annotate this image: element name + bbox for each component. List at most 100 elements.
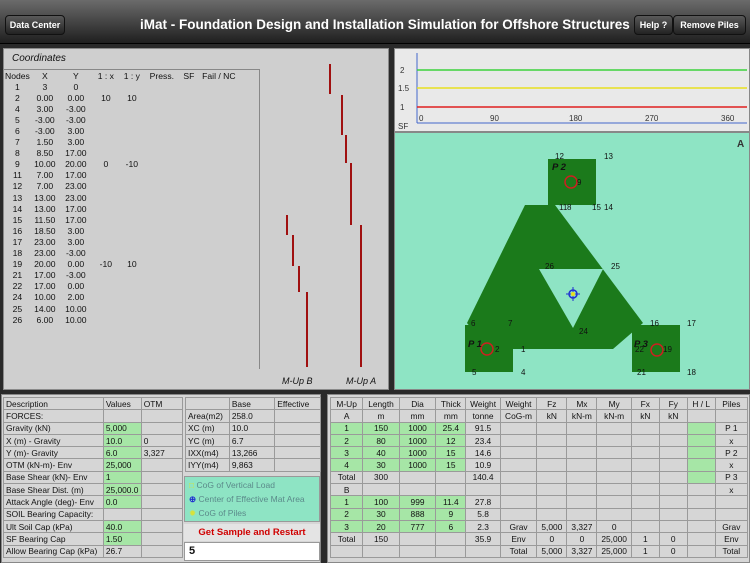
table-row: XC (m) 10.0 bbox=[185, 421, 321, 435]
table-cell bbox=[179, 225, 199, 236]
table-cell[interactable]: 888 bbox=[398, 507, 437, 521]
table-cell bbox=[179, 148, 199, 159]
table-cell[interactable]: 1000 bbox=[398, 446, 437, 460]
table-row[interactable]: 25 14.00 10.00 bbox=[4, 303, 239, 314]
table-row[interactable]: 24 10.00 2.00 bbox=[4, 292, 239, 303]
sf-xtick: 270 bbox=[645, 114, 659, 123]
table-cell[interactable]: 20 bbox=[362, 519, 400, 534]
table-row[interactable]: 7 1.50 3.00 bbox=[4, 137, 239, 148]
table-row[interactable]: 21 17.00 -3.00 bbox=[4, 270, 239, 281]
table-cell[interactable]: 777 bbox=[398, 519, 437, 534]
table-cell[interactable]: 15 bbox=[435, 446, 467, 460]
table-cell: 10.00 bbox=[65, 303, 87, 314]
table-cell[interactable]: 1000 bbox=[398, 458, 437, 472]
table-row[interactable]: 19 20.00 0.00 -10 10 bbox=[4, 259, 239, 270]
table-row[interactable]: 12 7.00 23.00 bbox=[4, 181, 239, 192]
coordinates-table-area[interactable]: Nodes X Y 1 : x1 : y Press. SF Fail / NC 1 3 0 2 0.… bbox=[4, 69, 260, 369]
table-row[interactable]: 13 13.00 23.00 bbox=[4, 192, 239, 203]
table-row[interactable]: 4 3.00 -3.00 bbox=[4, 103, 239, 114]
table-cell[interactable]: 100 bbox=[362, 495, 400, 509]
table-cell[interactable]: 1000 bbox=[398, 421, 437, 435]
table-cell[interactable] bbox=[686, 421, 716, 435]
table-row[interactable]: 14 13.00 17.00 bbox=[4, 203, 239, 214]
table-cell: Total bbox=[499, 544, 538, 558]
table-cell bbox=[179, 125, 199, 136]
table-cell bbox=[658, 519, 688, 534]
table-cell bbox=[145, 303, 179, 314]
table-row[interactable]: 15 11.50 17.00 bbox=[4, 214, 239, 225]
legend-box: □ CoG of Vertical Load ⊕ Center of Effec… bbox=[184, 476, 320, 522]
table-cell[interactable]: 40 bbox=[362, 446, 400, 460]
table-row: 3 20 777 6 2.3 Grav 5,000 3,327 0 Grav bbox=[329, 519, 749, 534]
table-cell bbox=[179, 303, 199, 314]
table-cell: 5,000 bbox=[536, 544, 568, 558]
table-row[interactable]: 16 18.50 3.00 bbox=[4, 225, 239, 236]
table-row[interactable]: 17 23.00 3.00 bbox=[4, 236, 239, 247]
table-cell[interactable]: 1000 bbox=[398, 433, 437, 448]
table-cell[interactable]: 0.0 bbox=[102, 495, 142, 509]
table-cell bbox=[179, 170, 199, 181]
table-cell[interactable]: 3 bbox=[329, 519, 364, 534]
table-cell[interactable]: 30 bbox=[362, 507, 400, 521]
table-cell[interactable]: 40.0 bbox=[102, 519, 142, 534]
table-cell[interactable]: 1.50 bbox=[102, 532, 142, 546]
table-cell[interactable] bbox=[686, 433, 716, 448]
table-cell[interactable]: 2 bbox=[329, 507, 364, 521]
column-header: Piles bbox=[714, 396, 749, 411]
table-cell: -10 bbox=[99, 259, 113, 270]
table-row[interactable]: 18 23.00 -3.00 bbox=[4, 248, 239, 259]
table-cell[interactable]: 2 bbox=[329, 433, 364, 448]
foundation-plan-panel[interactable]: A P 2 P 1 P 3 12 13 9 11 8 15 14 26 25 2… bbox=[394, 132, 750, 390]
table-cell bbox=[179, 314, 199, 325]
data-center-button[interactable]: Data Center bbox=[5, 15, 65, 35]
table-cell bbox=[536, 458, 568, 472]
table-cell[interactable]: 25,000.0 bbox=[102, 483, 142, 497]
table-cell: P 3 bbox=[714, 470, 749, 485]
table-cell[interactable]: 12 bbox=[435, 433, 467, 448]
table-cell[interactable]: 80 bbox=[362, 433, 400, 448]
table-cell[interactable]: 11.4 bbox=[435, 495, 467, 509]
table-row[interactable]: 1 3 0 bbox=[4, 81, 239, 92]
table-cell[interactable]: 6.0 bbox=[102, 446, 142, 460]
table-row[interactable]: 9 10.00 20.00 0 -10 bbox=[4, 159, 239, 170]
north-arrow-icon[interactable]: A bbox=[737, 139, 744, 150]
table-cell[interactable]: 9 bbox=[435, 507, 467, 521]
table-cell bbox=[596, 507, 632, 521]
table-cell: Env bbox=[499, 532, 538, 546]
table-cell: SOIL Bearing Capacity: bbox=[3, 507, 104, 521]
help-button[interactable]: Help ? bbox=[634, 15, 673, 35]
table-cell[interactable]: 150 bbox=[362, 421, 400, 435]
remove-piles-button[interactable]: Remove Piles bbox=[673, 15, 746, 35]
table-row[interactable]: 26 6.00 10.00 bbox=[4, 314, 239, 325]
table-cell[interactable]: 3 bbox=[329, 446, 364, 460]
table-cell[interactable] bbox=[686, 458, 716, 472]
number-input[interactable]: 5 bbox=[184, 542, 320, 561]
table-cell[interactable]: 10.0 bbox=[102, 433, 142, 448]
table-cell[interactable]: 1 bbox=[102, 470, 142, 485]
table-cell[interactable]: 5,000 bbox=[102, 421, 142, 435]
table-cell[interactable]: 25.4 bbox=[435, 421, 467, 435]
table-cell: x bbox=[714, 458, 749, 472]
table-cell: 0 bbox=[658, 532, 688, 546]
table-cell[interactable]: 30 bbox=[362, 458, 400, 472]
table-row: Base Shear Dist. (m) 25,000.0 bbox=[3, 483, 184, 497]
table-cell[interactable]: 15 bbox=[435, 458, 467, 472]
table-row[interactable]: 5 -3.00 -3.00 bbox=[4, 114, 239, 125]
table-cell[interactable]: 25,000 bbox=[102, 458, 142, 472]
table-cell[interactable] bbox=[686, 470, 716, 485]
table-cell: 25,000 bbox=[596, 544, 632, 558]
table-row[interactable]: 11 7.00 17.00 bbox=[4, 170, 239, 181]
table-cell[interactable]: 6 bbox=[435, 519, 467, 534]
table-cell[interactable]: 4 bbox=[329, 458, 364, 472]
table-cell[interactable] bbox=[686, 446, 716, 460]
table-row[interactable]: 8 8.50 17.00 bbox=[4, 148, 239, 159]
table-cell: 7.00 bbox=[36, 181, 54, 192]
table-row[interactable]: 2 0.00 0.00 10 10 bbox=[4, 92, 239, 103]
get-sample-restart-button[interactable]: Get Sample and Restart bbox=[184, 524, 320, 541]
table-cell: Base Shear Dist. (m) bbox=[3, 483, 104, 497]
table-cell[interactable]: 1 bbox=[329, 421, 364, 435]
table-cell[interactable]: 999 bbox=[398, 495, 437, 509]
table-row[interactable]: 6 -3.00 3.00 bbox=[4, 125, 239, 136]
table-cell[interactable]: 1 bbox=[329, 495, 364, 509]
table-row[interactable]: 22 17.00 0.00 bbox=[4, 281, 239, 292]
